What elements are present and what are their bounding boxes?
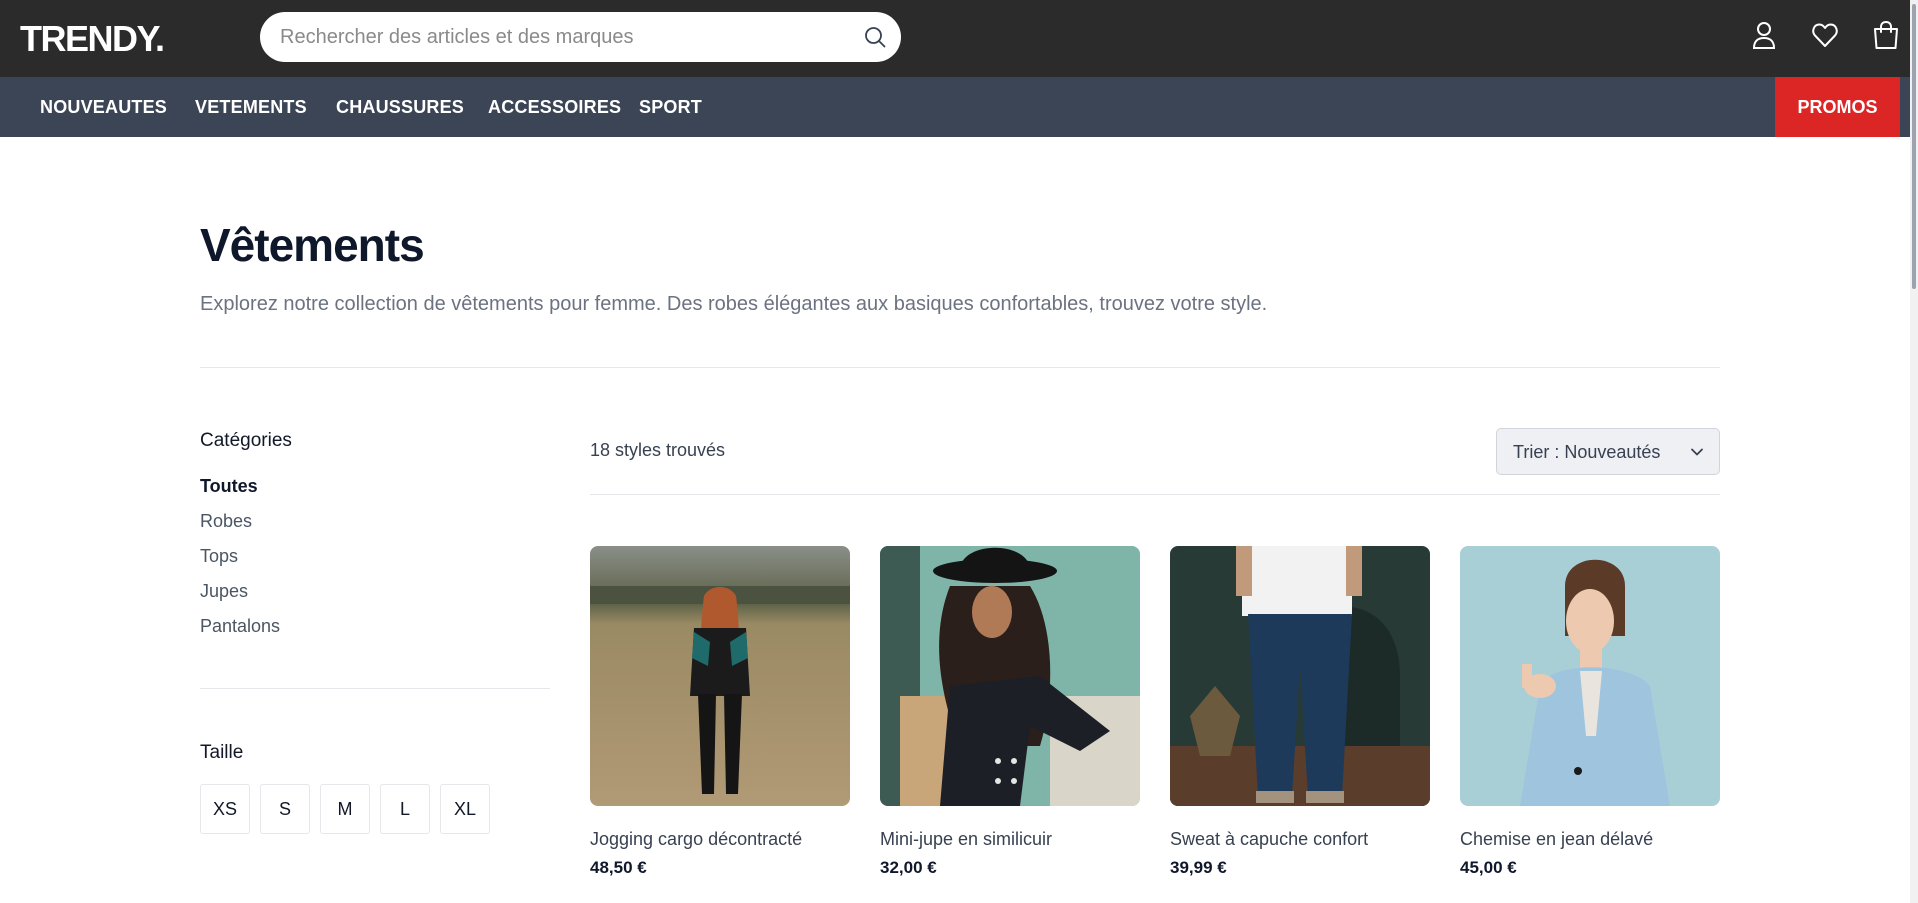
divider [200,367,1720,368]
product-price: 32,00 € [880,858,937,877]
heart-icon[interactable] [1811,20,1839,50]
logo[interactable]: TRENDY. [20,18,165,60]
search-input[interactable] [280,12,840,62]
chevron-down-icon [1689,444,1705,460]
nav-item-nouveautes[interactable]: NOUVEAUTES [40,77,167,137]
sidebar-divider [200,688,550,689]
size-button-xl[interactable]: XL [440,784,490,834]
nav-item-sport[interactable]: SPORT [639,77,702,137]
category-item-tops[interactable]: Tops [200,544,280,579]
sort-label: Trier : Nouveautés [1513,442,1661,462]
nav-item-vetements[interactable]: VETEMENTS [195,77,307,137]
size-button-l[interactable]: L [380,784,430,834]
user-icon[interactable] [1750,20,1778,50]
product-card[interactable]: Mini-jupe en similicuir 32,00 € [880,546,1140,877]
product-image[interactable] [1460,546,1720,806]
search-box[interactable] [260,12,901,62]
header-actions [1750,20,1900,50]
product-price: 39,99 € [1170,858,1227,877]
sort-select[interactable]: Trier : Nouveautés [1496,428,1720,475]
product-name[interactable]: Jogging cargo décontracté [590,829,802,850]
page-scrollbar[interactable] [1910,0,1918,903]
product-price: 48,50 € [590,858,647,877]
size-button-m[interactable]: M [320,784,370,834]
results-divider [590,494,1720,495]
product-name[interactable]: Mini-jupe en similicuir [880,829,1052,850]
results-count: 18 styles trouvés [590,440,726,460]
nav-item-accessoires[interactable]: ACCESSOIRES [488,77,621,137]
page-title: Vêtements [200,219,425,271]
product-name[interactable]: Chemise en jean délavé [1460,829,1653,850]
promos-button[interactable]: PROMOS [1775,77,1900,137]
categories-heading: Catégories [200,430,292,451]
search-icon[interactable] [863,25,887,49]
product-price: 45,00 € [1460,858,1517,877]
category-item-pantalons[interactable]: Pantalons [200,614,280,649]
size-filter: XS S M L XL [200,784,490,834]
size-heading: Taille [200,742,244,763]
product-image[interactable] [1170,546,1430,806]
page-description: Explorez notre collection de vêtements p… [200,293,1268,315]
size-button-xs[interactable]: XS [200,784,250,834]
product-image[interactable] [880,546,1140,806]
scrollbar-thumb[interactable] [1912,4,1916,289]
category-item-jupes[interactable]: Jupes [200,579,280,614]
shopping-bag-icon[interactable] [1872,20,1900,50]
nav-item-chaussures[interactable]: CHAUSSURES [336,77,464,137]
product-card[interactable]: Sweat à capuche confort 39,99 € [1170,546,1430,877]
category-nav: NOUVEAUTES VETEMENTS CHAUSSURES ACCESSOI… [0,77,1918,137]
category-list: Toutes Robes Tops Jupes Pantalons [200,474,280,649]
top-bar: TRENDY. [0,0,1918,77]
product-card[interactable]: Chemise en jean délavé 45,00 € [1460,546,1720,877]
category-item-toutes[interactable]: Toutes [200,474,280,509]
product-name[interactable]: Sweat à capuche confort [1170,829,1368,850]
size-button-s[interactable]: S [260,784,310,834]
product-image[interactable] [590,546,850,806]
category-item-robes[interactable]: Robes [200,509,280,544]
product-card[interactable]: Jogging cargo décontracté 48,50 € [590,546,850,877]
